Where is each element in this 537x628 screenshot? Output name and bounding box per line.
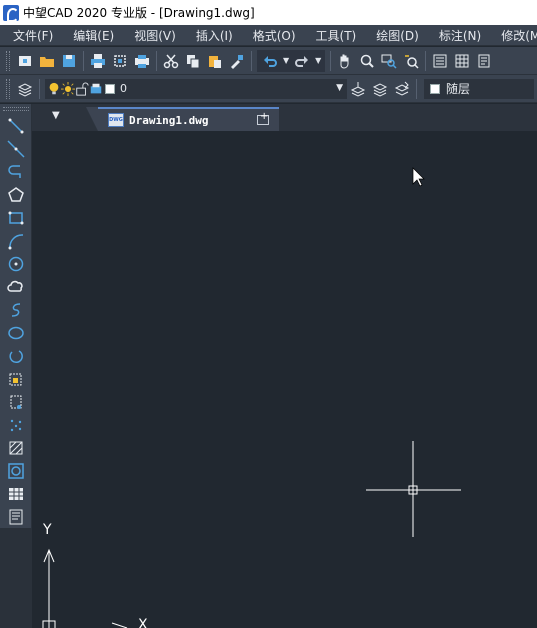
window-title: 中望CAD 2020 专业版 - [Drawing1.dwg] bbox=[23, 6, 255, 20]
drawing-canvas[interactable]: Y X bbox=[32, 131, 537, 628]
cut-icon[interactable] bbox=[160, 50, 182, 72]
menu-format[interactable]: 格式(O) bbox=[242, 27, 305, 44]
layer-manager-icon[interactable] bbox=[14, 78, 36, 100]
plot-icon[interactable] bbox=[131, 50, 153, 72]
dwg-file-icon: DWG bbox=[108, 113, 124, 127]
polygon-icon[interactable] bbox=[5, 184, 27, 206]
print-icon[interactable] bbox=[87, 50, 109, 72]
app-logo-icon bbox=[3, 4, 19, 22]
new-file-icon[interactable] bbox=[14, 50, 36, 72]
rectangle-icon[interactable] bbox=[5, 207, 27, 229]
left-panel-empty bbox=[0, 528, 32, 628]
open-folder-icon[interactable] bbox=[36, 50, 58, 72]
redo-dropdown-icon[interactable]: ▼ bbox=[315, 56, 321, 65]
undo-redo-group: ▼ ▼ bbox=[257, 49, 326, 72]
point-icon[interactable] bbox=[5, 414, 27, 436]
new-tab-button[interactable] bbox=[250, 110, 276, 130]
tool-palette-icon[interactable] bbox=[473, 50, 495, 72]
menu-insert[interactable]: 插入(I) bbox=[185, 27, 242, 44]
spline-icon[interactable] bbox=[5, 299, 27, 321]
match-properties-icon[interactable] bbox=[226, 50, 248, 72]
revision-cloud-icon[interactable] bbox=[5, 276, 27, 298]
ucs-icon bbox=[42, 548, 128, 628]
plot-layer-icon[interactable] bbox=[89, 82, 103, 96]
menu-view[interactable]: 视图(V) bbox=[123, 27, 185, 44]
menu-bar: 文件(F) 编辑(E) 视图(V) 插入(I) 格式(O) 工具(T) 绘图(D… bbox=[0, 25, 537, 46]
chevron-down-icon[interactable]: ▼ bbox=[336, 83, 343, 93]
menu-draw[interactable]: 绘图(D) bbox=[365, 27, 428, 44]
menu-modify[interactable]: 修改(M) bbox=[490, 27, 537, 44]
sun-freeze-icon[interactable] bbox=[61, 81, 75, 96]
zoom-realtime-icon[interactable] bbox=[356, 50, 378, 72]
tab-label: Drawing1.dwg bbox=[129, 113, 209, 127]
crosshair-cursor bbox=[366, 441, 461, 537]
polyline-icon[interactable] bbox=[5, 161, 27, 183]
pan-hand-icon[interactable] bbox=[334, 50, 356, 72]
undo-icon[interactable] bbox=[259, 50, 281, 72]
hatch-icon[interactable] bbox=[5, 437, 27, 459]
menu-tools[interactable]: 工具(T) bbox=[305, 27, 366, 44]
title-bar: 中望CAD 2020 专业版 - [Drawing1.dwg] bbox=[0, 0, 537, 25]
zoom-previous-icon[interactable] bbox=[400, 50, 422, 72]
document-tab-strip: ▼ DWG Drawing1.dwg ✕ bbox=[32, 104, 537, 131]
layer-dropdown[interactable]: 0 ▼ bbox=[45, 78, 347, 99]
save-icon[interactable] bbox=[58, 50, 80, 72]
menu-dimension[interactable]: 标注(N) bbox=[428, 27, 490, 44]
ucs-x-label: X bbox=[138, 617, 148, 628]
line-icon[interactable] bbox=[5, 115, 27, 137]
make-block-icon[interactable] bbox=[5, 391, 27, 413]
menu-file[interactable]: 文件(F) bbox=[0, 27, 62, 44]
color-swatch bbox=[430, 83, 440, 94]
layer-previous-icon[interactable] bbox=[369, 78, 391, 100]
undo-dropdown-icon[interactable]: ▼ bbox=[283, 56, 289, 65]
table-icon[interactable] bbox=[5, 483, 27, 505]
lock-open-icon[interactable] bbox=[75, 82, 89, 96]
menu-edit[interactable]: 编辑(E) bbox=[62, 27, 123, 44]
redo-icon[interactable] bbox=[291, 50, 313, 72]
properties-icon[interactable] bbox=[429, 50, 451, 72]
current-layer-name: 0 bbox=[120, 82, 127, 95]
zoom-window-icon[interactable] bbox=[378, 50, 400, 72]
toolbar-grip[interactable] bbox=[6, 50, 10, 71]
insert-block-icon[interactable] bbox=[5, 368, 27, 390]
standard-toolbar: ▼ ▼ bbox=[0, 47, 537, 75]
tab-list-menu-icon[interactable]: ▼ bbox=[52, 110, 60, 121]
arc-icon[interactable] bbox=[5, 230, 27, 252]
ellipse-arc-icon[interactable] bbox=[5, 345, 27, 367]
multiline-text-icon[interactable] bbox=[5, 506, 27, 528]
circle-icon[interactable] bbox=[5, 253, 27, 275]
draw-toolbar bbox=[0, 104, 32, 528]
make-current-layer-icon[interactable] bbox=[347, 78, 369, 100]
color-dropdown[interactable]: 随层 bbox=[424, 78, 534, 99]
construction-line-icon[interactable] bbox=[5, 138, 27, 160]
ucs-y-label: Y bbox=[43, 522, 52, 538]
lightbulb-icon[interactable] bbox=[47, 82, 61, 96]
design-center-icon[interactable] bbox=[451, 50, 473, 72]
layer-toolbar: 0 ▼ 随层 bbox=[0, 75, 537, 103]
toolbar-grip[interactable] bbox=[3, 107, 29, 111]
new-tab-icon bbox=[257, 111, 269, 125]
region-icon[interactable] bbox=[5, 460, 27, 482]
ellipse-icon[interactable] bbox=[5, 322, 27, 344]
paste-icon[interactable] bbox=[204, 50, 226, 72]
copy-icon[interactable] bbox=[182, 50, 204, 72]
layer-state-icon[interactable] bbox=[391, 78, 413, 100]
mouse-pointer-icon bbox=[412, 167, 425, 187]
color-value: 随层 bbox=[446, 82, 471, 96]
print-preview-icon[interactable] bbox=[109, 50, 131, 72]
toolbar-grip[interactable] bbox=[6, 78, 10, 99]
layer-color-swatch bbox=[105, 83, 115, 94]
